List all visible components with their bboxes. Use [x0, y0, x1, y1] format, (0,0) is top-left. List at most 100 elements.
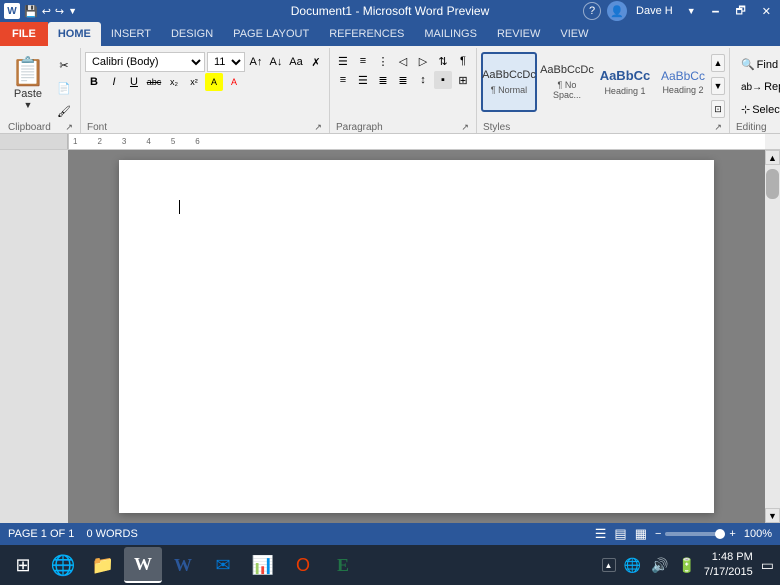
clipboard-expand-icon[interactable]: ↗: [64, 122, 74, 133]
scroll-top-button[interactable]: ▲: [765, 150, 780, 165]
taskbar-mail[interactable]: ✉: [204, 547, 242, 583]
justify-button[interactable]: ≣: [394, 71, 412, 89]
taskbar-excel[interactable]: E: [324, 547, 362, 583]
change-case-button[interactable]: Aa: [287, 53, 305, 71]
help-button[interactable]: ?: [583, 2, 601, 20]
systray-expand[interactable]: ▲: [602, 558, 616, 572]
view-print-icon[interactable]: ☰: [595, 526, 607, 542]
styles-list: AaBbCcDc ¶ Normal AaBbCcDc ¶ No Spac... …: [481, 52, 711, 120]
scroll-thumb[interactable]: [766, 169, 779, 199]
vertical-scrollbar[interactable]: ▲ ▼: [765, 150, 780, 523]
font-name-row: Calibri (Body) 11 A↑ A↓ Aa ✗: [85, 52, 325, 72]
bold-button[interactable]: B: [85, 73, 103, 91]
taskbar-ie[interactable]: 🌐: [44, 547, 82, 583]
network-icon[interactable]: 🌐: [622, 555, 643, 576]
tab-home[interactable]: HOME: [48, 22, 101, 46]
font-expand-icon[interactable]: ↗: [313, 122, 323, 133]
paragraph-expand-icon[interactable]: ↗: [460, 122, 470, 133]
clock-time: 1:48 PM: [704, 550, 753, 565]
show-desktop-icon[interactable]: ▭: [759, 555, 776, 576]
style-heading2[interactable]: AaBbCc Heading 2: [655, 52, 711, 112]
taskbar-word2[interactable]: W: [164, 547, 202, 583]
zoom-out-icon[interactable]: −: [655, 528, 661, 540]
align-right-button[interactable]: ≣: [374, 71, 392, 89]
user-dropdown-icon[interactable]: ▼: [682, 5, 701, 17]
multilevel-list-button[interactable]: ⋮: [374, 52, 392, 70]
bullets-button[interactable]: ☰: [334, 52, 352, 70]
tab-view[interactable]: VIEW: [550, 22, 598, 46]
tab-design[interactable]: DESIGN: [161, 22, 223, 46]
tab-references[interactable]: REFERENCES: [319, 22, 414, 46]
italic-button[interactable]: I: [105, 73, 123, 91]
zoom-track[interactable]: [665, 532, 725, 536]
view-read-icon[interactable]: ▦: [635, 526, 647, 542]
customize-quick-access[interactable]: ▼: [68, 6, 77, 16]
view-web-icon[interactable]: ▤: [614, 526, 626, 542]
styles-expand-icon[interactable]: ↗: [713, 122, 723, 133]
tab-file[interactable]: FILE: [0, 22, 48, 46]
scroll-track[interactable]: [765, 165, 780, 508]
zoom-slider[interactable]: − +: [655, 528, 736, 540]
tab-page-layout[interactable]: PAGE LAYOUT: [223, 22, 319, 46]
tab-mailings[interactable]: MAILINGS: [414, 22, 487, 46]
tab-insert[interactable]: INSERT: [101, 22, 161, 46]
redo-icon[interactable]: ↪: [55, 5, 64, 18]
taskbar-word[interactable]: W: [124, 547, 162, 583]
style-no-spacing[interactable]: AaBbCcDc ¶ No Spac...: [539, 52, 595, 112]
strikethrough-button[interactable]: abc: [145, 73, 163, 91]
zoom-thumb[interactable]: [715, 529, 725, 539]
taskbar-office[interactable]: O: [284, 547, 322, 583]
grow-font-button[interactable]: A↑: [247, 53, 265, 71]
font-name-select[interactable]: Calibri (Body): [85, 52, 205, 72]
subscript-button[interactable]: x₂: [165, 73, 183, 91]
style-heading1[interactable]: AaBbCc Heading 1: [597, 52, 653, 112]
find-button[interactable]: 🔍 Find ▼: [734, 54, 780, 75]
align-left-button[interactable]: ≡: [334, 71, 352, 89]
save-icon[interactable]: 💾: [24, 5, 38, 18]
start-button[interactable]: ⊞: [4, 547, 42, 583]
style-normal[interactable]: AaBbCcDc ¶ Normal: [481, 52, 537, 112]
text-cursor: [179, 200, 180, 214]
volume-icon[interactable]: 🔊: [649, 555, 670, 576]
clear-formatting-button[interactable]: ✗: [307, 53, 325, 71]
battery-icon[interactable]: 🔋: [676, 555, 697, 576]
underline-button[interactable]: U: [125, 73, 143, 91]
copy-button[interactable]: 📄: [52, 77, 76, 99]
numbering-button[interactable]: ≡: [354, 52, 372, 70]
undo-icon[interactable]: ↩: [42, 5, 51, 18]
show-hide-button[interactable]: ¶: [454, 52, 472, 70]
sort-button[interactable]: ⇅: [434, 52, 452, 70]
restore-button[interactable]: 🗗: [730, 3, 750, 19]
taskbar-explorer[interactable]: 📁: [84, 547, 122, 583]
paste-button[interactable]: 📋 Paste ▼: [6, 52, 50, 116]
superscript-button[interactable]: x²: [185, 73, 203, 91]
text-color-button[interactable]: A: [225, 73, 243, 91]
cut-button[interactable]: ✂: [52, 54, 76, 76]
document-page[interactable]: [119, 160, 714, 513]
decrease-indent-button[interactable]: ◁: [394, 52, 412, 70]
select-button[interactable]: ⊹ Select ▼: [734, 99, 780, 120]
minimize-button[interactable]: 🗕: [707, 3, 725, 19]
styles-scroll-up[interactable]: ▲: [711, 54, 725, 72]
align-center-button[interactable]: ☰: [354, 71, 372, 89]
paste-dropdown-icon[interactable]: ▼: [24, 100, 33, 110]
zoom-in-icon[interactable]: +: [729, 528, 735, 540]
line-spacing-button[interactable]: ↕: [414, 71, 432, 89]
replace-button[interactable]: ab→ Replace: [734, 77, 780, 97]
taskbar-ppt[interactable]: 📊: [244, 547, 282, 583]
main-area: ▲ ▼: [0, 150, 780, 523]
borders-button[interactable]: ⊞: [454, 71, 472, 89]
shading-button[interactable]: ▪: [434, 71, 452, 89]
system-clock[interactable]: 1:48 PM 7/17/2015: [704, 550, 753, 581]
scroll-bottom-button[interactable]: ▼: [765, 508, 780, 523]
increase-indent-button[interactable]: ▷: [414, 52, 432, 70]
style-no-spacing-preview: AaBbCcDc: [540, 64, 594, 77]
close-button[interactable]: ✕: [757, 3, 776, 19]
font-size-select[interactable]: 11: [207, 52, 245, 72]
tab-review[interactable]: REVIEW: [487, 22, 550, 46]
format-painter-button[interactable]: 🖌: [52, 100, 76, 122]
shrink-font-button[interactable]: A↓: [267, 53, 285, 71]
text-highlight-button[interactable]: A: [205, 73, 223, 91]
styles-scroll-down[interactable]: ▼: [711, 77, 725, 95]
styles-expand[interactable]: ⊡: [711, 100, 725, 118]
